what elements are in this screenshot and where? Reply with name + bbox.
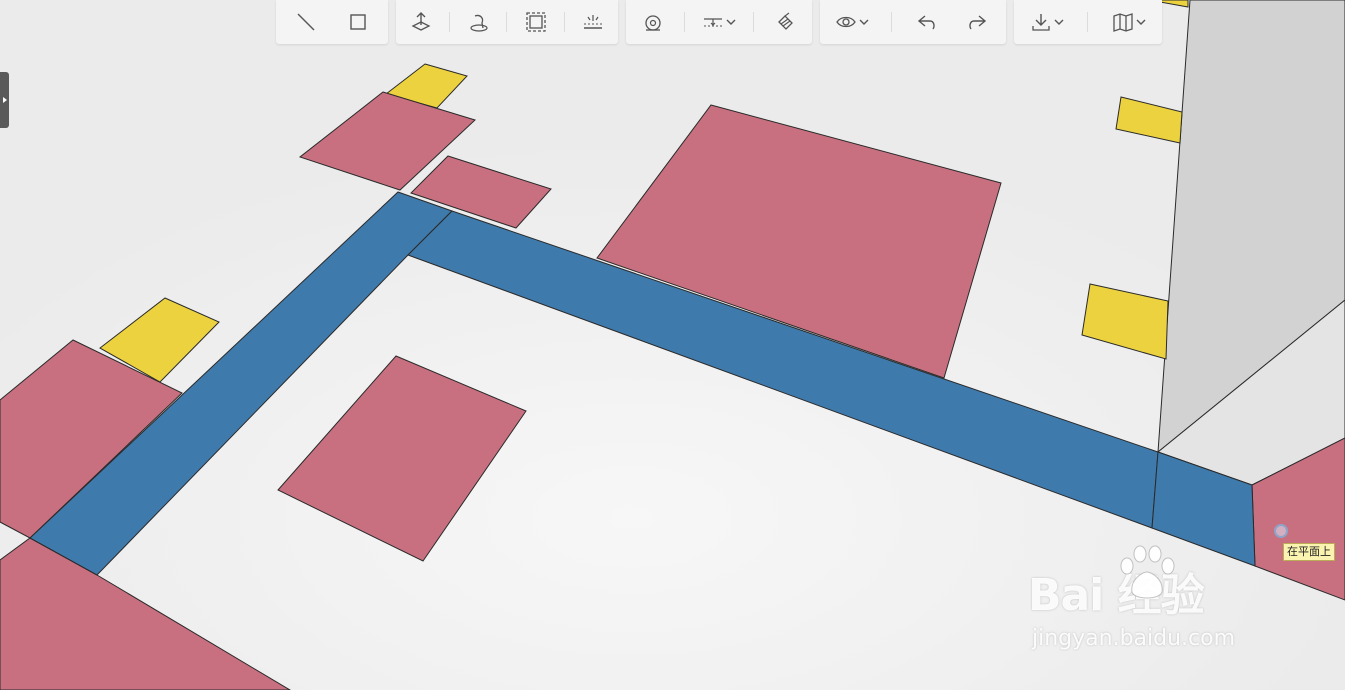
rectangle-tool-button[interactable] — [344, 6, 372, 38]
toolbar-divider — [890, 12, 892, 32]
inference-tooltip: 在平面上 — [1283, 543, 1335, 561]
offset-button[interactable] — [522, 6, 550, 38]
toolbar-group-measure — [626, 0, 812, 44]
map-dropdown-button[interactable] — [1112, 6, 1146, 38]
chevron-down-icon — [726, 19, 736, 25]
baidu-watermark: Bai 经验 jingyan.baidu.com — [1028, 545, 1288, 663]
view-dropdown-button[interactable] — [835, 6, 869, 38]
export-dropdown-button[interactable] — [1030, 6, 1064, 38]
inference-point-marker — [1274, 524, 1288, 538]
toolbar-group-output — [1014, 0, 1162, 44]
offset-icon — [525, 12, 546, 32]
toolbar-group-modify — [396, 0, 618, 44]
follow-me-button[interactable] — [464, 6, 492, 38]
chevron-down-icon — [1054, 19, 1064, 25]
undo-icon — [918, 15, 936, 30]
section-plane-icon — [583, 15, 602, 29]
chevron-down-icon — [859, 19, 869, 25]
line-icon — [297, 13, 315, 31]
follow-me-icon — [470, 14, 488, 32]
undo-button[interactable] — [913, 6, 941, 38]
redo-icon — [969, 15, 987, 30]
dimension-icon — [703, 18, 722, 27]
toolbar-group-view — [820, 0, 1006, 44]
tape-measure-icon — [644, 15, 661, 31]
side-panel-toggle[interactable] — [0, 72, 9, 128]
toolbar-divider — [506, 12, 508, 32]
dimension-dropdown-button[interactable] — [702, 6, 736, 38]
paint-bucket-button[interactable] — [771, 6, 799, 38]
paint-bucket-icon — [778, 12, 794, 30]
map-icon — [1113, 13, 1133, 32]
download-icon — [1032, 14, 1050, 31]
eye-icon — [836, 16, 856, 28]
square-icon — [350, 14, 366, 30]
toolbar-divider — [753, 12, 755, 32]
toolbar-group-draw — [276, 0, 388, 44]
toolbar-divider — [1087, 12, 1089, 32]
toolbar-divider — [563, 12, 565, 32]
toolbar-divider — [449, 12, 451, 32]
paw-icon — [1120, 545, 1175, 599]
section-plane-button[interactable] — [579, 6, 607, 38]
watermark-url: jingyan.baidu.com — [1032, 626, 1236, 651]
tape-measure-button[interactable] — [639, 6, 667, 38]
redo-button[interactable] — [963, 6, 991, 38]
push-pull-icon — [411, 12, 431, 31]
chevron-down-icon — [1136, 19, 1146, 25]
line-tool-button[interactable] — [292, 6, 320, 38]
toolbar-divider — [683, 12, 685, 32]
chevron-right-icon — [2, 97, 7, 103]
push-pull-button[interactable] — [407, 6, 435, 38]
